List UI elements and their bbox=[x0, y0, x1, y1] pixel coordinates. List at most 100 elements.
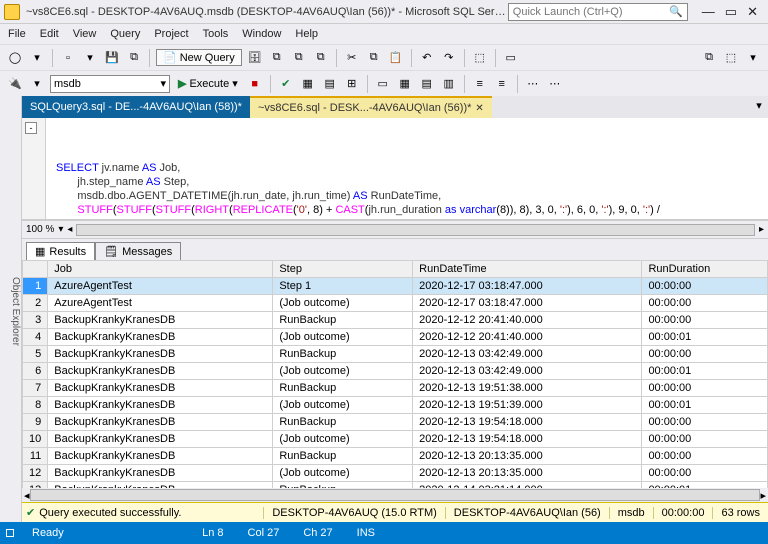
menu-tools[interactable]: Tools bbox=[203, 28, 229, 40]
cell[interactable]: 00:00:01 bbox=[642, 482, 768, 489]
sql-editor[interactable]: - SELECT jv.name AS Job, jh.step_name AS… bbox=[22, 118, 768, 220]
search-icon[interactable]: 🔍 bbox=[669, 5, 683, 18]
cell[interactable]: Step 1 bbox=[273, 278, 413, 295]
cell[interactable]: 00:00:00 bbox=[642, 380, 768, 397]
scroll-right-icon[interactable]: ▸ bbox=[759, 224, 764, 235]
cell[interactable]: BackupKrankyKranesDB bbox=[48, 397, 273, 414]
mv-icon[interactable]: ⧉ bbox=[312, 49, 330, 67]
cell[interactable]: BackupKrankyKranesDB bbox=[48, 414, 273, 431]
cell[interactable]: 00:00:00 bbox=[642, 431, 768, 448]
cell[interactable]: (Job outcome) bbox=[273, 431, 413, 448]
cell[interactable]: 2020-12-14 03:21:14.000 bbox=[413, 482, 642, 489]
cell[interactable]: RunBackup bbox=[273, 414, 413, 431]
editor-hscroll[interactable] bbox=[76, 224, 755, 236]
cell[interactable]: 00:00:00 bbox=[642, 465, 768, 482]
cell[interactable]: 00:00:00 bbox=[642, 312, 768, 329]
tab-close-icon[interactable]: ✕ bbox=[475, 103, 483, 114]
cell[interactable]: 2020-12-13 19:51:38.000 bbox=[413, 380, 642, 397]
menu-view[interactable]: View bbox=[73, 28, 97, 40]
cell[interactable]: BackupKrankyKranesDB bbox=[48, 346, 273, 363]
table-row[interactable]: 3BackupKrankyKranesDBRunBackup2020-12-12… bbox=[23, 312, 768, 329]
paste-icon[interactable]: 📋 bbox=[387, 49, 405, 67]
tabs-dropdown-icon[interactable]: ▾ bbox=[750, 96, 768, 114]
execute-button[interactable]: ▶ Execute ▾ bbox=[174, 76, 242, 91]
cell[interactable]: 00:00:00 bbox=[642, 295, 768, 312]
cell[interactable]: BackupKrankyKranesDB bbox=[48, 482, 273, 489]
opt2-icon[interactable]: ▦ bbox=[396, 75, 414, 93]
opt3-icon[interactable]: ▤ bbox=[418, 75, 436, 93]
cell[interactable]: 2020-12-13 20:13:35.000 bbox=[413, 465, 642, 482]
cell[interactable]: 2020-12-17 03:18:47.000 bbox=[413, 295, 642, 312]
cell[interactable]: BackupKrankyKranesDB bbox=[48, 465, 273, 482]
table-row[interactable]: 2AzureAgentTest(Job outcome)2020-12-17 0… bbox=[23, 295, 768, 312]
table-row[interactable]: 5BackupKrankyKranesDBRunBackup2020-12-13… bbox=[23, 346, 768, 363]
cell[interactable]: RunBackup bbox=[273, 312, 413, 329]
opt4-icon[interactable]: ▥ bbox=[440, 75, 458, 93]
maximize-button[interactable]: ▭ bbox=[725, 4, 737, 20]
object-explorer-rail[interactable]: Object Explorer bbox=[0, 96, 22, 522]
cell[interactable]: RunBackup bbox=[273, 380, 413, 397]
table-row[interactable]: 4BackupKrankyKranesDB(Job outcome)2020-1… bbox=[23, 329, 768, 346]
cell[interactable]: 00:00:00 bbox=[642, 414, 768, 431]
table-row[interactable]: 9BackupKrankyKranesDBRunBackup2020-12-13… bbox=[23, 414, 768, 431]
row-number[interactable]: 11 bbox=[23, 448, 48, 465]
new-file-icon[interactable]: ▫ bbox=[59, 49, 77, 67]
cell[interactable]: 2020-12-13 19:54:18.000 bbox=[413, 414, 642, 431]
connect-icon[interactable]: 🔌 bbox=[6, 75, 24, 93]
quick-launch[interactable]: 🔍 bbox=[508, 3, 688, 21]
row-number[interactable]: 3 bbox=[23, 312, 48, 329]
row-number[interactable]: 12 bbox=[23, 465, 48, 482]
cell[interactable]: BackupKrankyKranesDB bbox=[48, 329, 273, 346]
uncomment-icon[interactable]: ⋯ bbox=[546, 75, 564, 93]
row-header[interactable] bbox=[23, 261, 48, 278]
tab-sqlquery3[interactable]: SQLQuery3.sql - DE...-4AV6AUQ\Ian (58))* bbox=[22, 96, 250, 118]
cell[interactable]: (Job outcome) bbox=[273, 295, 413, 312]
collapse-icon[interactable]: - bbox=[25, 122, 37, 134]
row-number[interactable]: 2 bbox=[23, 295, 48, 312]
tool-b-icon[interactable]: ▭ bbox=[502, 49, 520, 67]
database-select[interactable]: msdb▾ bbox=[50, 75, 170, 93]
row-number[interactable]: 8 bbox=[23, 397, 48, 414]
opt1-icon[interactable]: ▭ bbox=[374, 75, 392, 93]
scroll-left-icon[interactable]: ◂ bbox=[67, 224, 72, 235]
col-rundatetime[interactable]: RunDateTime bbox=[413, 261, 642, 278]
nav-back-icon[interactable]: ◯ bbox=[6, 49, 24, 67]
cell[interactable]: 2020-12-12 20:41:40.000 bbox=[413, 329, 642, 346]
open-icon[interactable]: ▾ bbox=[81, 49, 99, 67]
save-icon[interactable]: 💾 bbox=[103, 49, 121, 67]
cell[interactable]: 00:00:01 bbox=[642, 397, 768, 414]
tab-vs8ce6[interactable]: ~vs8CE6.sql - DESK...-4AV6AUQ\Ian (56))*… bbox=[250, 96, 492, 118]
display-plan-icon[interactable]: ▦ bbox=[299, 75, 317, 93]
zoom-dropdown-icon[interactable]: ▾ bbox=[58, 224, 63, 235]
cell[interactable]: 00:00:00 bbox=[642, 278, 768, 295]
indent-out-icon[interactable]: ≡ bbox=[471, 75, 489, 93]
row-number[interactable]: 10 bbox=[23, 431, 48, 448]
cell[interactable]: 2020-12-13 20:13:35.000 bbox=[413, 448, 642, 465]
cell[interactable]: 00:00:01 bbox=[642, 363, 768, 380]
row-number[interactable]: 9 bbox=[23, 414, 48, 431]
tool-a-icon[interactable]: ⬚ bbox=[471, 49, 489, 67]
cell[interactable]: RunBackup bbox=[273, 448, 413, 465]
menu-query[interactable]: Query bbox=[110, 28, 140, 40]
copy-icon[interactable]: ⧉ bbox=[365, 49, 383, 67]
redo-icon[interactable]: ↷ bbox=[440, 49, 458, 67]
cell[interactable]: 00:00:01 bbox=[642, 329, 768, 346]
cell[interactable]: 2020-12-13 03:42:49.000 bbox=[413, 363, 642, 380]
results-hscroll[interactable] bbox=[30, 489, 761, 501]
scroll-right-icon[interactable]: ▸ bbox=[760, 489, 766, 502]
cut-icon[interactable]: ✂ bbox=[343, 49, 361, 67]
col-job[interactable]: Job bbox=[48, 261, 273, 278]
include-plan-icon[interactable]: ▤ bbox=[321, 75, 339, 93]
db-icon[interactable]: 🗄 bbox=[246, 49, 264, 67]
table-row[interactable]: 8BackupKrankyKranesDB(Job outcome)2020-1… bbox=[23, 397, 768, 414]
zoom-level[interactable]: 100 % bbox=[26, 224, 54, 235]
stop-icon[interactable]: ■ bbox=[246, 75, 264, 93]
tool-r1-icon[interactable]: ⧉ bbox=[700, 49, 718, 67]
results-grid[interactable]: JobStepRunDateTimeRunDuration 1AzureAgen… bbox=[22, 260, 768, 488]
xe-icon[interactable]: ⧉ bbox=[268, 49, 286, 67]
cell[interactable]: 2020-12-12 20:41:40.000 bbox=[413, 312, 642, 329]
col-runduration[interactable]: RunDuration bbox=[642, 261, 768, 278]
parse-icon[interactable]: ✔ bbox=[277, 75, 295, 93]
tool-r3-icon[interactable]: ▾ bbox=[744, 49, 762, 67]
undo-icon[interactable]: ↶ bbox=[418, 49, 436, 67]
